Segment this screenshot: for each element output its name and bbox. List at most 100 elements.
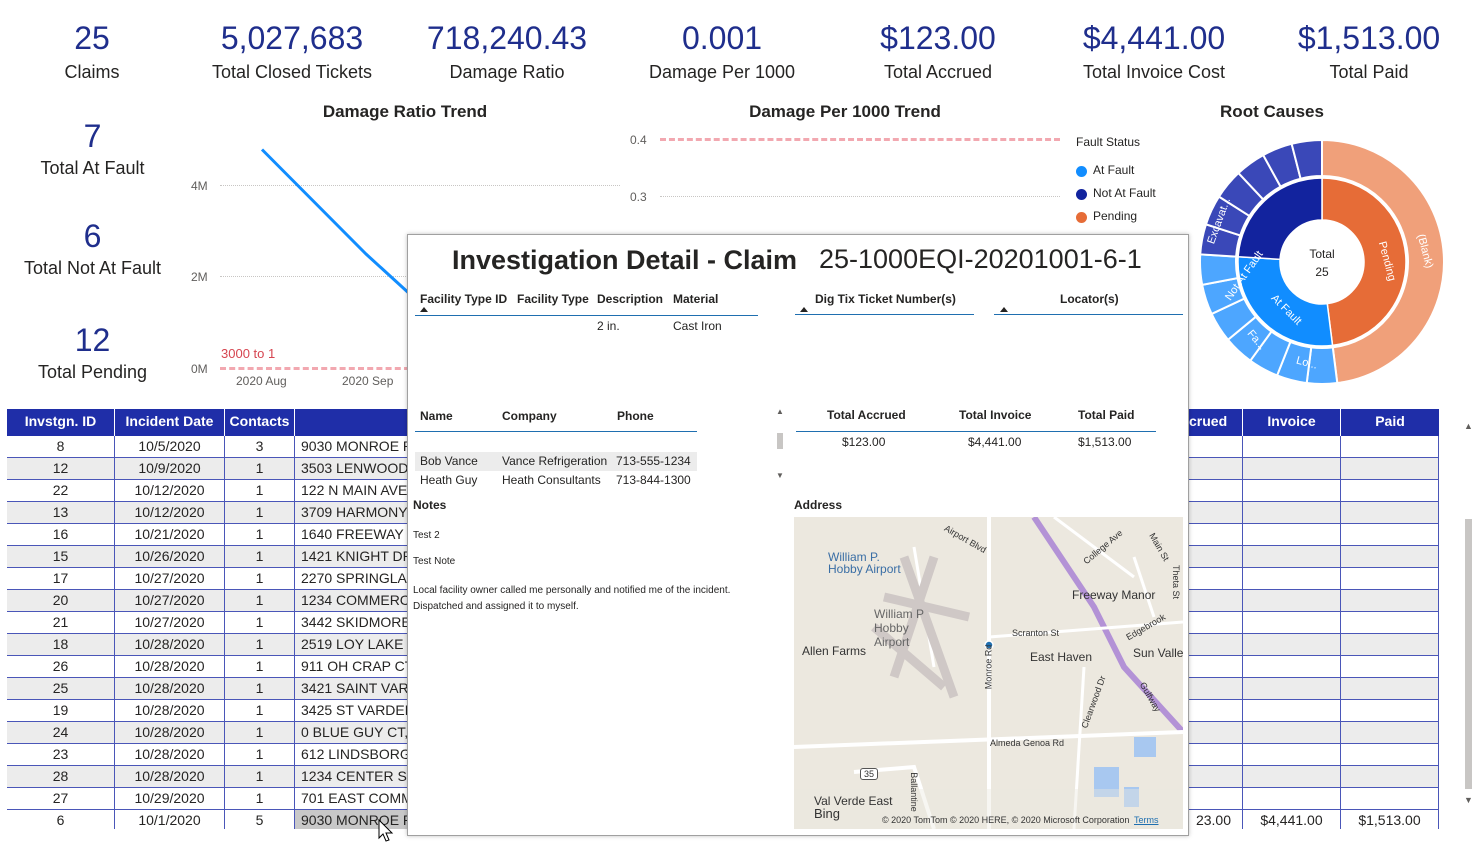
root-causes-sunburst[interactable]: Total 25 Not At Fault At Fault Pending (… [1196,136,1448,388]
scrollbar-thumb[interactable] [1465,519,1472,789]
kpi-total-at-fault: 7 Total At Fault [0,116,185,180]
kpi-total-closed-tickets: 5,027,683 Total Closed Tickets [192,16,392,84]
locators-header[interactable]: Locator(s) [1060,292,1119,306]
column-header-paid[interactable]: Paid [1341,409,1439,436]
kpi-damage-per-1000: 0.001 Damage Per 1000 [622,16,822,84]
table-cell: 13 [7,502,115,524]
map-label: William P. Hobby Airport [828,550,901,576]
table-cell: 10/28/2020 [115,678,225,700]
total-invoice-header[interactable]: Total Invoice [959,408,1031,422]
column-header-investigation-id[interactable]: Invstgn. ID [7,409,115,436]
sort-ascending-icon[interactable] [800,307,808,312]
kpi-value: $123.00 [880,20,996,56]
dig-tix-header[interactable]: Dig Tix Ticket Number(s) [815,292,956,306]
contacts-underline [415,431,697,432]
column-header-incident-date[interactable]: Incident Date [115,409,225,436]
table-cell [1243,524,1341,546]
map-terms-link[interactable]: Terms [1134,815,1159,825]
damage-ratio-line-chart [260,148,420,306]
sort-ascending-icon[interactable] [1000,307,1008,312]
table-cell: 10/28/2020 [115,634,225,656]
legend-item-not-at-fault[interactable]: Not At Fault [1093,186,1156,200]
table-cell: 10/12/2020 [115,502,225,524]
y-tick-label: 0.4 [630,133,647,147]
table-cell [1341,546,1439,568]
total-paid-header[interactable]: Total Paid [1078,408,1134,422]
table-cell: 1 [225,678,295,700]
facility-type-id-header[interactable]: Facility Type ID [420,292,507,306]
kpi-value: 6 [83,218,102,254]
note-line: Test 2 [413,530,440,541]
map-label: Monroe Rd [983,644,994,690]
legend-item-at-fault[interactable]: At Fault [1093,163,1134,177]
table-cell [1341,458,1439,480]
table-cell: 19 [7,700,115,722]
table-cell [1185,678,1243,700]
address-map[interactable]: William P. Hobby Airport William P Hobby… [794,517,1183,829]
table-cell [1341,568,1439,590]
scroll-up-icon[interactable]: ▲ [776,407,784,416]
dig-tix-underline [795,314,974,315]
table-cell [1243,458,1341,480]
column-header-contacts[interactable]: Contacts [225,409,295,436]
contacts-scrollbar[interactable]: ▲ ▼ [775,407,785,483]
total-accrued-header[interactable]: Total Accrued [827,408,906,422]
material-header[interactable]: Material [673,292,718,306]
y-tick-label: 4M [191,179,208,193]
table-cell [1185,480,1243,502]
table-cell [1185,744,1243,766]
table-cell [1243,502,1341,524]
kpi-claims: 25 Claims [0,16,192,84]
legend-item-pending[interactable]: Pending [1093,209,1137,223]
table-vertical-scrollbar[interactable]: ▲ ▼ [1461,409,1475,814]
scroll-down-icon[interactable]: ▼ [776,471,784,480]
sunburst-center [1280,220,1364,304]
table-cell: 10/9/2020 [115,458,225,480]
map-label: East Haven [1030,650,1093,664]
table-cell: 10/12/2020 [115,480,225,502]
table-cell: 6 [7,810,115,829]
table-cell: 20 [7,590,115,612]
table-cell [1341,502,1439,524]
legend-dot-not-at-fault [1076,189,1087,200]
legend-dot-at-fault [1076,166,1087,177]
kpi-label: Total At Fault [40,158,145,178]
kpi-value: 718,240.43 [426,20,588,56]
table-cell [1341,656,1439,678]
kpi-value: 0.001 [681,20,763,56]
sort-ascending-icon[interactable] [420,307,428,312]
contact-name-header[interactable]: Name [420,409,453,423]
contact-phone-header[interactable]: Phone [617,409,654,423]
scrollbar-thumb[interactable] [777,433,783,449]
table-cell [1243,700,1341,722]
table-cell: 1 [225,766,295,788]
table-cell [1185,612,1243,634]
scroll-up-icon[interactable]: ▲ [1464,421,1473,431]
kpi-total-invoice-cost: $4,441.00 Total Invoice Cost [1054,16,1254,84]
kpi-total-not-at-fault: 6 Total Not At Fault [0,216,185,280]
table-cell: 10/29/2020 [115,788,225,810]
table-cell: 23.00 [1185,810,1243,829]
table-cell: 23 [7,744,115,766]
facility-description: 2 in. [597,319,620,333]
table-cell: 10/27/2020 [115,612,225,634]
description-header[interactable]: Description [597,292,663,306]
table-cell: 18 [7,634,115,656]
table-cell [1185,634,1243,656]
facility-type-header[interactable]: Facility Type [517,292,589,306]
map-label: Sun Valle [1133,646,1183,660]
table-cell [1185,436,1243,458]
kpi-total-paid: $1,513.00 Total Paid [1269,16,1469,84]
column-header-invoice[interactable]: Invoice [1243,409,1341,436]
scroll-down-icon[interactable]: ▼ [1464,795,1473,805]
sunburst-center-label: Total [1309,247,1334,261]
contact-company-header[interactable]: Company [502,409,557,423]
table-cell [1243,766,1341,788]
column-header-accrued[interactable]: crued [1185,409,1243,436]
table-cell: 1 [225,612,295,634]
table-cell: 10/28/2020 [115,656,225,678]
map-label: William P Hobby Airport [874,607,924,649]
table-cell [1185,700,1243,722]
kpi-label: Total Not At Fault [23,258,162,278]
table-cell [1243,788,1341,810]
